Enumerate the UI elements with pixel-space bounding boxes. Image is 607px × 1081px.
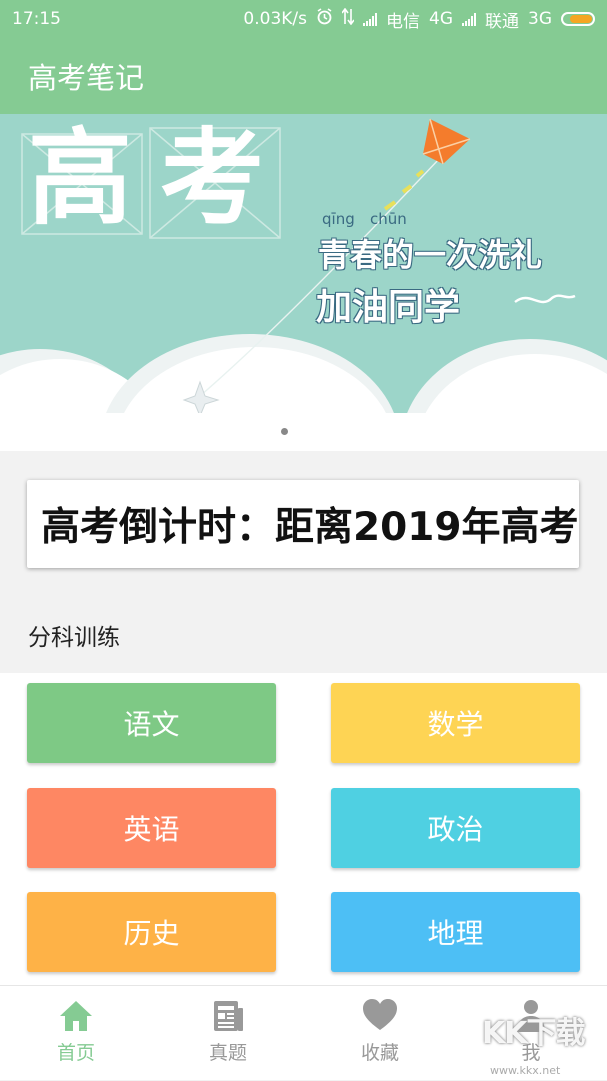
subject-button-geography[interactable]: 地理 — [331, 892, 580, 972]
subject-label: 政治 — [427, 813, 484, 846]
banner-big-char-1: 高 — [28, 117, 133, 239]
nav-label-favorites: 收藏 — [360, 1042, 399, 1064]
countdown-text: 高考倒计时：距离2019年高考 — [41, 505, 579, 550]
subject-button-math[interactable]: 数学 — [331, 683, 580, 763]
signal-icon — [462, 12, 476, 26]
banner-slogan-1: 青春的一次洗礼 — [318, 236, 543, 274]
banner-slogan-2: 加油同学 — [316, 287, 461, 328]
subject-label: 数学 — [427, 708, 484, 741]
news-icon — [214, 1001, 243, 1031]
status-indicators: 0.03K/s 电信 4G 联通 3G — [243, 7, 595, 32]
network-type-2: 3G — [528, 9, 552, 29]
subject-label: 英语 — [123, 813, 180, 846]
banner-pinyin-2: chūn — [370, 210, 407, 228]
watermark-url: www.kkx.net — [490, 1064, 561, 1077]
carousel-dot[interactable] — [281, 428, 288, 435]
nav-item-home[interactable]: 首页 — [16, 986, 136, 1081]
network-type-1: 4G — [429, 9, 453, 29]
subject-button-chinese[interactable]: 语文 — [27, 683, 276, 763]
heart-icon — [363, 999, 397, 1030]
home-icon — [60, 1001, 92, 1031]
nav-item-exams[interactable]: 真题 — [168, 986, 288, 1081]
app-bar: 高考笔记 — [0, 38, 607, 114]
data-transfer-icon — [341, 7, 355, 30]
carrier-1: 电信 — [386, 11, 420, 32]
banner-pinyin-1: qīng — [322, 210, 355, 228]
banner-big-char-2: 考 — [160, 117, 265, 239]
app-title: 高考笔记 — [28, 61, 145, 95]
subject-label: 语文 — [123, 708, 180, 741]
signal-icon — [363, 12, 377, 26]
battery-icon — [561, 12, 595, 26]
subject-button-english[interactable]: 英语 — [27, 788, 276, 868]
nav-label-home: 首页 — [56, 1042, 95, 1064]
subject-button-politics[interactable]: 政治 — [331, 788, 580, 868]
status-time: 17:15 — [12, 9, 61, 29]
banner-carousel[interactable]: 高 考 qīng chūn 青春的一次洗礼 加油同学 — [0, 114, 607, 451]
status-bar: 17:15 0.03K/s 电信 4G 联通 3G — [0, 0, 607, 38]
banner-indicator-area — [0, 413, 607, 451]
subject-label: 地理 — [427, 917, 484, 950]
nav-item-favorites[interactable]: 收藏 — [320, 986, 440, 1081]
subject-button-history[interactable]: 历史 — [27, 892, 276, 972]
watermark-logo: KK下载 — [482, 1016, 585, 1051]
alarm-icon — [316, 8, 333, 30]
section-header: 分科训练 — [0, 597, 607, 673]
subject-label: 历史 — [123, 917, 180, 950]
nav-label-exams: 真题 — [208, 1042, 247, 1064]
section-title: 分科训练 — [28, 625, 120, 651]
kite-icon — [422, 118, 471, 165]
carrier-2: 联通 — [485, 11, 519, 32]
countdown-card[interactable]: 高考倒计时：距离2019年高考 — [27, 480, 579, 568]
network-speed: 0.03K/s — [243, 9, 307, 29]
